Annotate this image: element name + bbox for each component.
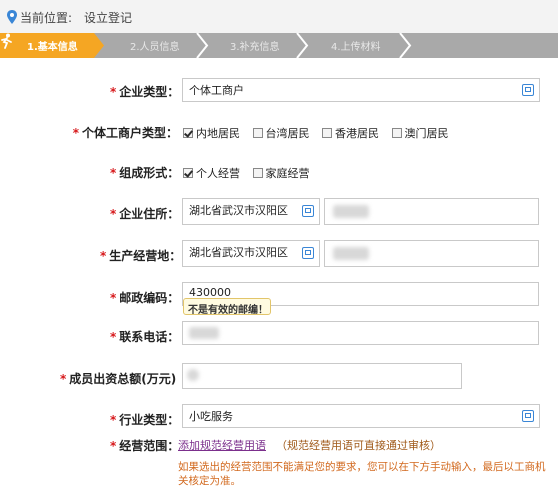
option-macau[interactable]: 澳门居民	[391, 127, 449, 140]
blurred-text	[333, 205, 369, 218]
business-region-value: 湖北省武汉市汉阳区	[189, 246, 288, 259]
step-upload[interactable]: 4.上传材料	[300, 33, 415, 58]
postcode-error-tooltip: 不是有效的邮编！	[183, 298, 271, 316]
blurred-text	[189, 327, 219, 339]
step-basic-info[interactable]: 1.基本信息	[0, 33, 104, 58]
add-standard-terms-link[interactable]: 添加规范经营用语	[178, 437, 266, 453]
business-detail-input[interactable]	[324, 240, 539, 267]
step-label: 1.基本信息	[27, 42, 78, 53]
step-supplement-info[interactable]: 3.补充信息	[200, 33, 310, 58]
checkbox-checked[interactable]	[183, 128, 193, 138]
phone-input[interactable]	[182, 321, 539, 345]
option-family[interactable]: 家庭经营	[252, 167, 310, 180]
checkbox[interactable]	[391, 128, 402, 138]
option-hongkong[interactable]: 香港居民	[322, 127, 379, 140]
form-area: * 企业类型： 个体工商户 * 个体工商户类型： 内地居民 台湾居民 香港居民 澳门…	[0, 58, 558, 488]
address-region-value: 湖北省武汉市汉阳区	[189, 204, 288, 217]
location-pin-icon	[7, 10, 17, 24]
org-form-label: * 组成形式：	[110, 166, 180, 180]
individual-type-label: * 个体工商户类型：	[72, 126, 178, 140]
individual-type-options: 内地居民 台湾居民 香港居民 澳门居民	[183, 125, 458, 141]
industry-label: * 行业类型：	[110, 413, 180, 427]
postcode-label: * 邮政编码：	[110, 291, 180, 305]
industry-value: 小吃服务	[189, 410, 233, 423]
location-value: 设立登记	[84, 11, 133, 25]
select-popup-icon[interactable]	[522, 410, 534, 422]
capital-label: * 成员出资总额(万元) ：	[60, 372, 193, 386]
step-label: 2.人员信息	[130, 42, 180, 53]
location-bar: 当前位置: 设立登记	[0, 0, 558, 34]
select-popup-icon[interactable]	[302, 205, 314, 217]
address-detail-input[interactable]	[324, 198, 539, 225]
location-label: 当前位置:	[20, 11, 73, 25]
blurred-text	[333, 247, 369, 260]
select-popup-icon[interactable]	[522, 84, 534, 96]
step-person-info[interactable]: 2.人员信息	[100, 33, 210, 58]
scope-hint: （规范经营用语可直接通过审核）	[276, 439, 441, 452]
business-region-select[interactable]: 湖北省武汉市汉阳区	[182, 240, 320, 267]
checkbox-checked[interactable]	[183, 168, 193, 178]
checkbox[interactable]	[322, 128, 332, 138]
checkbox[interactable]	[252, 128, 263, 138]
option-taiwan[interactable]: 台湾居民	[252, 127, 310, 140]
blurred-text	[187, 369, 199, 381]
step-label: 4.上传材料	[331, 42, 381, 53]
enterprise-type-value: 个体工商户	[189, 84, 244, 97]
address-region-select[interactable]: 湖北省武汉市汉阳区	[182, 198, 320, 225]
checkbox[interactable]	[252, 168, 263, 178]
enterprise-type-label: * 企业类型：	[110, 85, 180, 99]
scope-label: * 经营范围：	[110, 439, 180, 453]
step-label: 3.补充信息	[230, 42, 280, 53]
industry-select[interactable]: 小吃服务	[182, 404, 540, 428]
option-personal[interactable]: 个人经营	[183, 167, 240, 180]
phone-label: * 联系电话：	[110, 330, 180, 344]
select-popup-icon[interactable]	[302, 247, 314, 259]
progress-steps: 1.基本信息 2.人员信息 3.补充信息 4.上传材料	[0, 33, 558, 58]
runner-icon	[1, 33, 12, 49]
org-form-options: 个人经营 家庭经营	[183, 165, 319, 181]
scope-note: 如果选出的经营范围不能满足您的要求，您可以在下方手动输入，最后以工商机关核定为准…	[178, 461, 546, 487]
address-label: * 企业住所：	[110, 207, 180, 221]
option-mainland[interactable]: 内地居民	[183, 127, 240, 140]
enterprise-type-select[interactable]: 个体工商户	[182, 78, 540, 102]
business-address-label: * 生产经营地：	[100, 249, 182, 263]
capital-input[interactable]	[182, 363, 462, 389]
